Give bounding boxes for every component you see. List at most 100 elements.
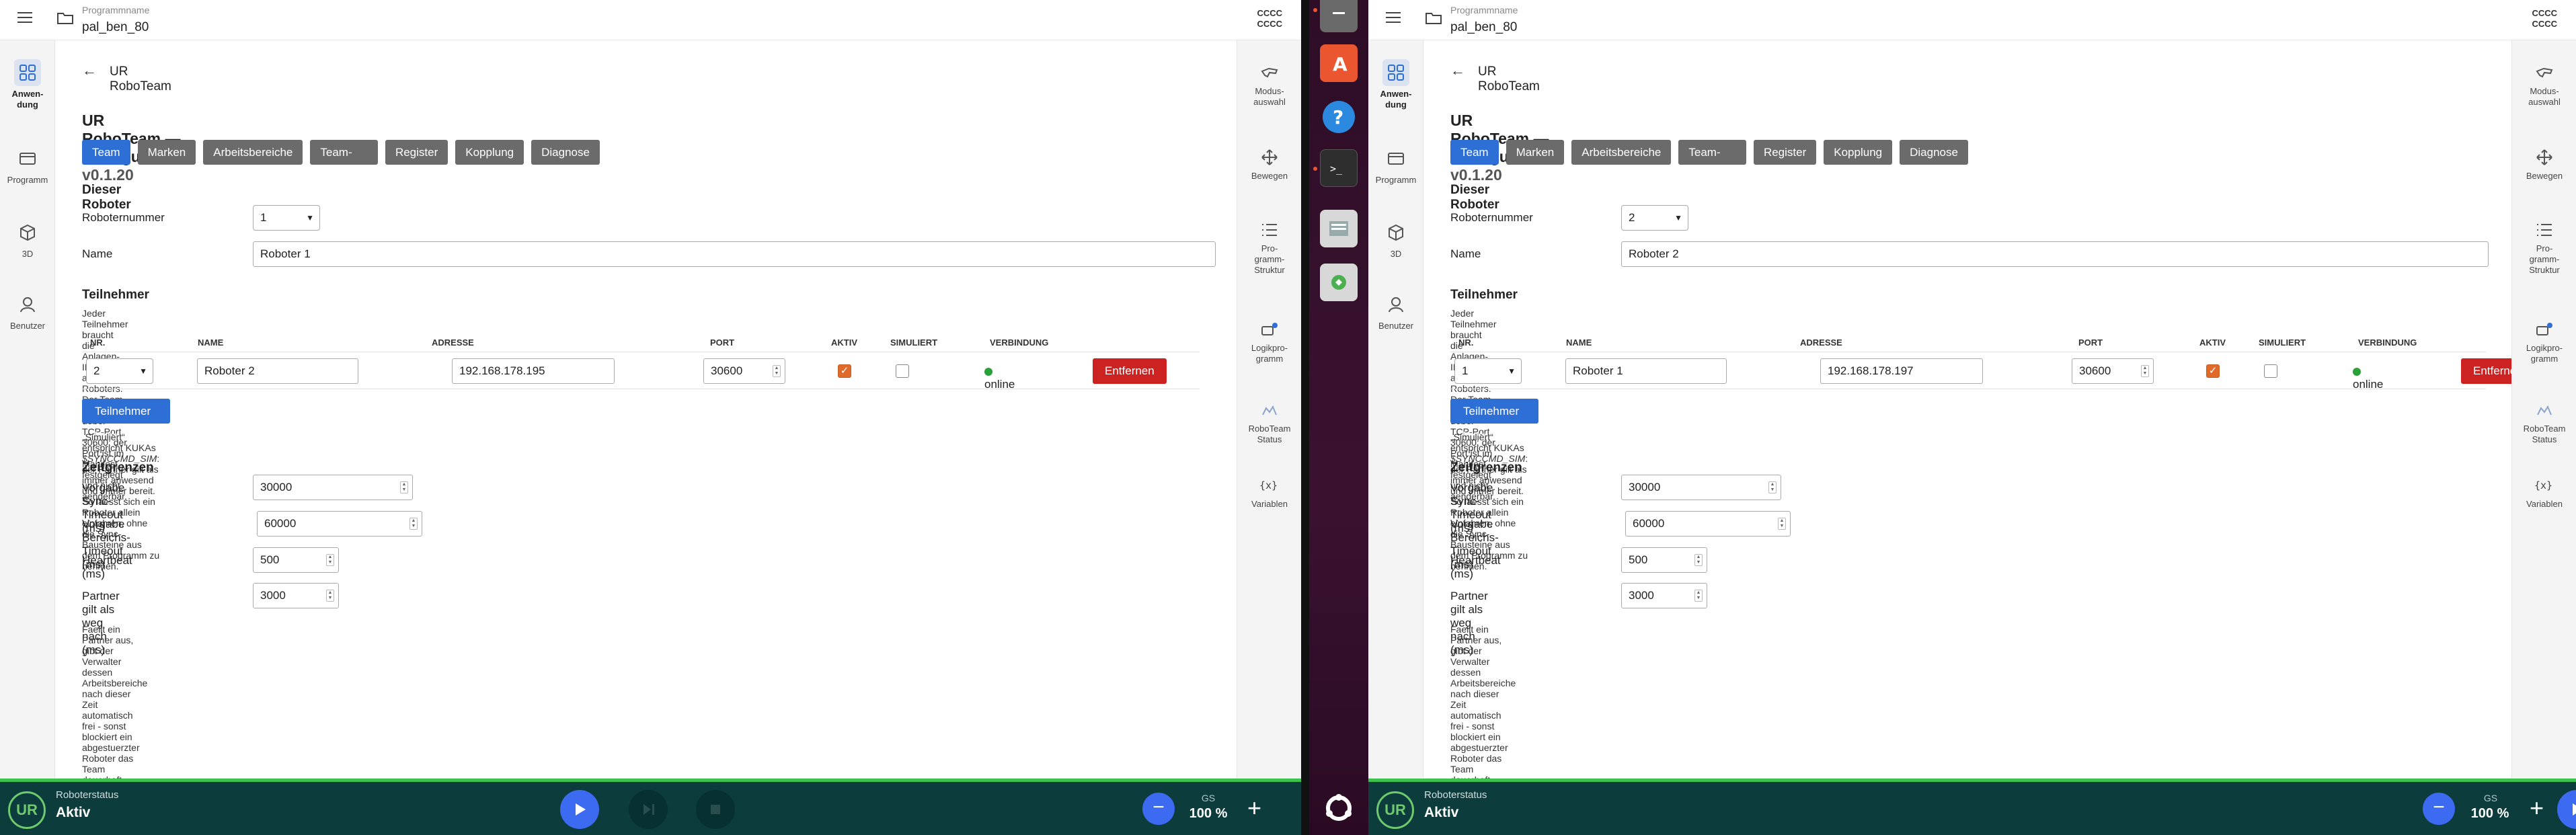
- stepper-icon[interactable]: ▲ ▼: [326, 554, 334, 566]
- corner-indicator: CCCC CCCC: [2532, 8, 2557, 29]
- tab-register[interactable]: Register: [1753, 140, 1817, 165]
- speed-decrease-button[interactable]: −: [2423, 793, 2455, 825]
- logic-program-button[interactable]: Logikpro-gramm: [2512, 317, 2576, 364]
- variables-button[interactable]: {x} Variablen: [1237, 473, 1301, 510]
- stepper-icon[interactable]: ▲ ▼: [1694, 554, 1703, 566]
- cube-icon: [1382, 219, 1409, 246]
- title-bar: Programmname pal_ben_80 CCCC CCCC: [1368, 0, 2576, 40]
- tab-arbeitsbereiche[interactable]: Arbeitsbereiche: [203, 140, 303, 165]
- add-participant-button[interactable]: Teilnehmer hinzufuegen: [1450, 399, 1538, 442]
- column-header: ADRESSE: [432, 337, 474, 348]
- program-structure-button[interactable]: Pro-gramm- Struktur: [1237, 218, 1301, 276]
- robot-number-select[interactable]: 1 ▼: [253, 205, 320, 231]
- tab-arbeitsbereiche[interactable]: Arbeitsbereiche: [1571, 140, 1672, 165]
- robot-name-input[interactable]: Roboter 1: [253, 241, 1216, 267]
- section-participants: Teilnehmer: [82, 288, 149, 302]
- back-arrow-icon[interactable]: ←: [82, 62, 97, 79]
- time-limit-input[interactable]: 60000 ▲ ▼: [1625, 511, 1791, 536]
- variables-button[interactable]: {x} Variablen: [2512, 473, 2576, 510]
- robot-number-label: Roboternummer: [82, 211, 165, 224]
- add-participant-button[interactable]: Teilnehmer hinzufuegen: [82, 399, 170, 442]
- speed-label: GS: [2483, 793, 2498, 803]
- tab-team[interactable]: Team: [1450, 140, 1499, 165]
- speed-label: GS: [1201, 793, 1216, 803]
- back-arrow-icon[interactable]: ←: [1450, 62, 1465, 79]
- toolbar-label: Pro-gramm- Struktur: [2529, 243, 2560, 275]
- tab-team[interactable]: Team: [82, 140, 130, 165]
- ubuntu-dock: A ? >_: [1301, 0, 1368, 835]
- section-this-robot: Dieser Roboter: [82, 183, 131, 212]
- robot-number-select[interactable]: 2 ▼: [1621, 205, 1688, 231]
- user-nav[interactable]: Benutzer: [0, 291, 55, 331]
- application-nav[interactable]: Anwen-dung: [1368, 59, 1423, 110]
- mode-selection-button[interactable]: Modus-auswahl: [1237, 61, 1301, 108]
- stop-button[interactable]: [696, 790, 735, 829]
- section-this-robot: Dieser Roboter: [1450, 183, 1499, 212]
- time-limit-input[interactable]: 3000 ▲ ▼: [253, 583, 339, 608]
- tab-kopplung[interactable]: Kopplung: [455, 140, 524, 165]
- speed-value: 100 %: [1189, 806, 1228, 821]
- program-nav[interactable]: Programm: [0, 145, 55, 186]
- section-time-limits: Zeitgrenzen: [82, 461, 154, 475]
- stepper-icon[interactable]: ▲ ▼: [1778, 518, 1786, 530]
- window-divider[interactable]: [1301, 0, 1309, 835]
- program-nav[interactable]: Programm: [1368, 145, 1423, 186]
- move-button[interactable]: Bewegen: [2512, 145, 2576, 182]
- tab-marken[interactable]: Marken: [1506, 140, 1565, 165]
- play-button[interactable]: [560, 790, 599, 829]
- tab-kopplung[interactable]: Kopplung: [1824, 140, 1893, 165]
- stepper-icon[interactable]: ▲ ▼: [326, 590, 334, 602]
- files-icon[interactable]: [1320, 0, 1358, 32]
- folder-icon[interactable]: [56, 11, 74, 25]
- tab-marken[interactable]: Marken: [137, 140, 196, 165]
- user-icon: [14, 291, 41, 318]
- user-nav[interactable]: Benutzer: [1368, 291, 1423, 331]
- stepper-icon[interactable]: ▲ ▼: [400, 481, 408, 493]
- stepper-icon[interactable]: ▲ ▼: [1694, 590, 1703, 602]
- sidebar-label: 3D: [1390, 249, 1402, 259]
- program-structure-button[interactable]: Pro-gramm- Struktur: [2512, 218, 2576, 276]
- program-label: Programmname: [1450, 5, 1518, 15]
- help-icon[interactable]: ?: [1320, 98, 1358, 136]
- trash-icon[interactable]: [1320, 264, 1358, 301]
- time-limit-input[interactable]: 500 ▲ ▼: [253, 547, 339, 573]
- terminal-icon[interactable]: >_: [1320, 149, 1358, 187]
- folder-icon[interactable]: [1425, 11, 1442, 25]
- svg-text:{x}: {x}: [2534, 479, 2552, 491]
- 3d-nav[interactable]: 3D: [1368, 219, 1423, 260]
- tab-register[interactable]: Register: [385, 140, 448, 165]
- roboteam-status-button[interactable]: RoboTeam Status: [2512, 398, 2576, 445]
- robot-name-input[interactable]: Roboter 2: [1621, 241, 2489, 267]
- roboteam-status-button[interactable]: RoboTeam Status: [1237, 398, 1301, 445]
- version-label: v0.1.20: [82, 166, 134, 184]
- step-button[interactable]: [629, 790, 668, 829]
- tab-diagnose[interactable]: Diagnose: [1900, 140, 1968, 165]
- time-limit-input[interactable]: 3000 ▲ ▼: [1621, 583, 1707, 608]
- tab-team-variablen[interactable]: Team-Variablen: [1678, 140, 1746, 184]
- time-limit-input[interactable]: 60000 ▲ ▼: [257, 511, 422, 536]
- play-button[interactable]: [2557, 790, 2576, 829]
- stepper-icon[interactable]: ▲ ▼: [409, 518, 418, 530]
- application-nav[interactable]: Anwen-dung: [0, 59, 55, 110]
- menu-icon[interactable]: [1386, 12, 1401, 23]
- right-toolbar: Modus-auswahl Bewegen Pro-gramm- Struktur Lo…: [1237, 40, 1301, 780]
- time-limit-input[interactable]: 30000 ▲ ▼: [253, 475, 413, 500]
- time-limit-input[interactable]: 500 ▲ ▼: [1621, 547, 1707, 573]
- speed-decrease-button[interactable]: −: [1142, 793, 1175, 825]
- speed-increase-button[interactable]: +: [1247, 792, 1261, 824]
- menu-icon[interactable]: [17, 12, 32, 23]
- ubuntu-icon[interactable]: [1320, 789, 1358, 827]
- app-store-icon[interactable]: A: [1320, 44, 1358, 82]
- disk-icon[interactable]: [1320, 210, 1358, 247]
- time-limit-input[interactable]: 30000 ▲ ▼: [1621, 475, 1781, 500]
- move-button[interactable]: Bewegen: [1237, 145, 1301, 182]
- name-label: Name: [1450, 247, 1481, 260]
- stepper-icon[interactable]: ▲ ▼: [1768, 481, 1777, 493]
- 3d-nav[interactable]: 3D: [0, 219, 55, 260]
- participants-table: [1450, 352, 2486, 389]
- tab-diagnose[interactable]: Diagnose: [531, 140, 600, 165]
- logic-program-button[interactable]: Logikpro-gramm: [1237, 317, 1301, 364]
- tab-team-variablen[interactable]: Team-Variablen: [310, 140, 378, 184]
- mode-selection-button[interactable]: Modus-auswahl: [2512, 61, 2576, 108]
- speed-increase-button[interactable]: +: [2530, 792, 2544, 824]
